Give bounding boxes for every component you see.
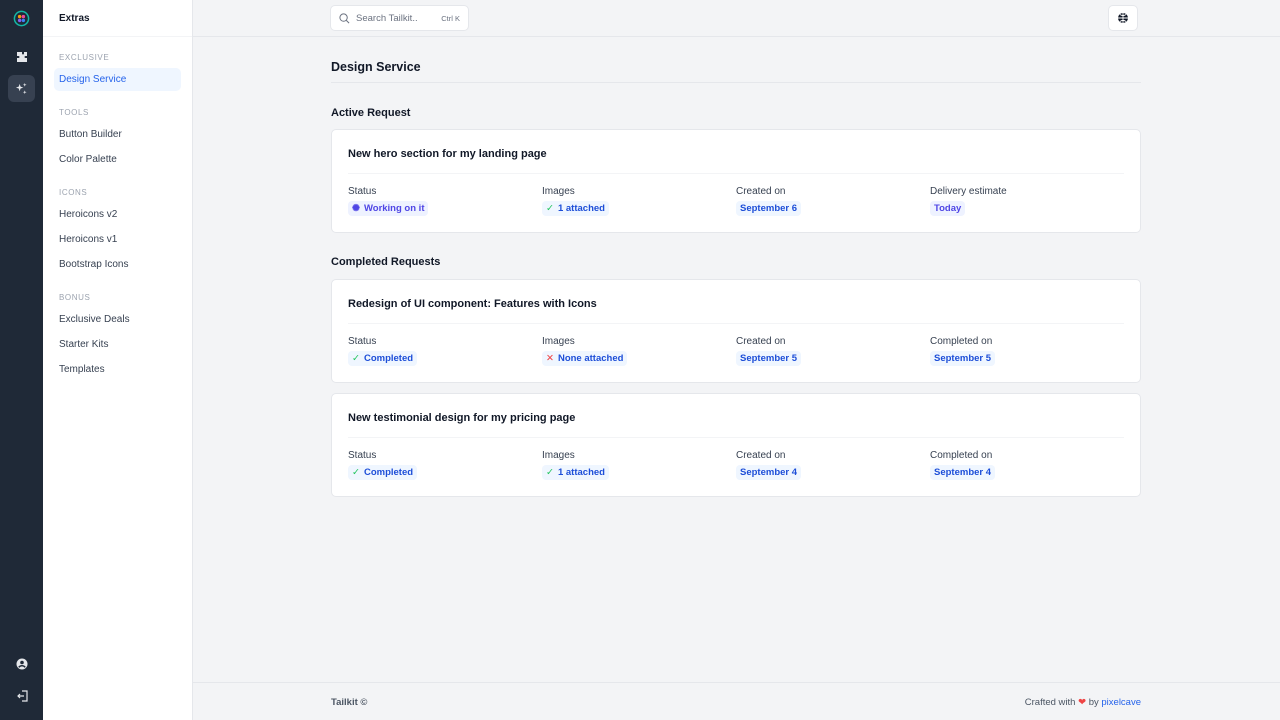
sidebar-group-label: EXCLUSIVE <box>59 53 110 62</box>
sparkle-icon: ✺ <box>352 203 360 214</box>
globe-icon <box>1118 13 1128 23</box>
top-bar: Search Tailkit.. Ctrl K <box>193 0 1280 37</box>
field-label: Completed on <box>930 450 993 461</box>
sidebar-nav: EXCLUSIVE Design Service TOOLS Button Bu… <box>43 53 192 381</box>
active-section-title: Active Request <box>331 107 411 119</box>
field-label: Images <box>542 450 575 461</box>
logo-icon <box>13 10 30 27</box>
check-icon: ✓ <box>352 353 360 364</box>
images-badge: ✕ None attached <box>542 351 628 366</box>
field-label: Status <box>348 450 377 461</box>
sidebar-item-heroicons-v1[interactable]: Heroicons v1 <box>54 228 181 251</box>
search-shortcut: Ctrl K <box>441 13 460 23</box>
footer: Tailkit © Crafted with ❤ by pixelcave <box>193 682 1280 720</box>
completed-badge: September 4 <box>930 465 996 480</box>
puzzle-icon <box>16 51 27 62</box>
field-label: Images <box>542 186 575 197</box>
footer-copyright: Tailkit © <box>331 697 368 708</box>
field-label: Created on <box>736 450 786 461</box>
status-badge: ✓ Completed <box>348 465 418 480</box>
page-title: Design Service <box>331 60 421 74</box>
field-label: Status <box>348 186 377 197</box>
status-badge: ✓ Completed <box>348 351 418 366</box>
sidebar-item-bootstrap-icons[interactable]: Bootstrap Icons <box>54 253 181 276</box>
user-circle-icon <box>16 658 27 669</box>
logo-button[interactable] <box>8 5 35 32</box>
field-label: Delivery estimate <box>930 186 1007 197</box>
field-label: Created on <box>736 336 786 347</box>
request-card: Redesign of UI component: Features with … <box>331 279 1141 383</box>
check-icon: ✓ <box>352 467 360 478</box>
sparkles-icon <box>15 82 27 95</box>
sparkles-button[interactable] <box>8 75 35 102</box>
logout-button[interactable] <box>8 682 35 709</box>
sidebar: Extras EXCLUSIVE Design Service TOOLS Bu… <box>43 0 193 720</box>
language-button[interactable] <box>1108 5 1138 31</box>
request-card: New testimonial design for my pricing pa… <box>331 393 1141 497</box>
sidebar-item-color-palette[interactable]: Color Palette <box>54 148 181 171</box>
logout-icon <box>16 689 28 702</box>
field-label: Status <box>348 336 377 347</box>
created-badge: September 4 <box>736 465 802 480</box>
status-badge: ✺ Working on it <box>348 201 429 216</box>
request-title: New testimonial design for my pricing pa… <box>348 412 576 424</box>
sidebar-group-label: TOOLS <box>59 108 89 117</box>
search-icon <box>339 12 350 23</box>
request-title: Redesign of UI component: Features with … <box>348 298 597 310</box>
field-label: Images <box>542 336 575 347</box>
request-title: New hero section for my landing page <box>348 148 547 160</box>
title-divider <box>331 82 1141 83</box>
completed-section-title: Completed Requests <box>331 256 441 268</box>
created-badge: September 6 <box>736 201 802 216</box>
completed-badge: September 5 <box>930 351 996 366</box>
pixelcave-link[interactable]: pixelcave <box>1101 697 1141 708</box>
x-icon: ✕ <box>546 353 554 364</box>
search-input[interactable]: Search Tailkit.. Ctrl K <box>330 5 469 31</box>
check-icon: ✓ <box>546 203 554 214</box>
images-badge: ✓ 1 attached <box>542 465 609 480</box>
heart-icon: ❤ <box>1078 697 1087 708</box>
sidebar-group-label: BONUS <box>59 293 91 302</box>
sidebar-item-heroicons-v2[interactable]: Heroicons v2 <box>54 203 181 226</box>
request-card: New hero section for my landing page Sta… <box>331 129 1141 233</box>
icon-rail <box>0 0 43 720</box>
created-badge: September 5 <box>736 351 802 366</box>
sidebar-group-label: ICONS <box>59 188 88 197</box>
account-button[interactable] <box>8 650 35 677</box>
sidebar-item-design-service[interactable]: Design Service <box>54 68 181 91</box>
sidebar-item-starter-kits[interactable]: Starter Kits <box>54 333 181 356</box>
sidebar-title: Extras <box>43 0 192 37</box>
sidebar-item-button-builder[interactable]: Button Builder <box>54 123 181 146</box>
footer-credit: Crafted with ❤ by pixelcave <box>1024 697 1141 708</box>
sidebar-item-exclusive-deals[interactable]: Exclusive Deals <box>54 308 181 331</box>
field-label: Created on <box>736 186 786 197</box>
images-badge: ✓ 1 attached <box>542 201 609 216</box>
sidebar-item-templates[interactable]: Templates <box>54 358 181 381</box>
check-icon: ✓ <box>546 467 554 478</box>
delivery-badge: Today <box>930 201 966 216</box>
puzzle-button[interactable] <box>8 43 35 70</box>
search-placeholder: Search Tailkit.. <box>356 12 418 24</box>
field-label: Completed on <box>930 336 993 347</box>
